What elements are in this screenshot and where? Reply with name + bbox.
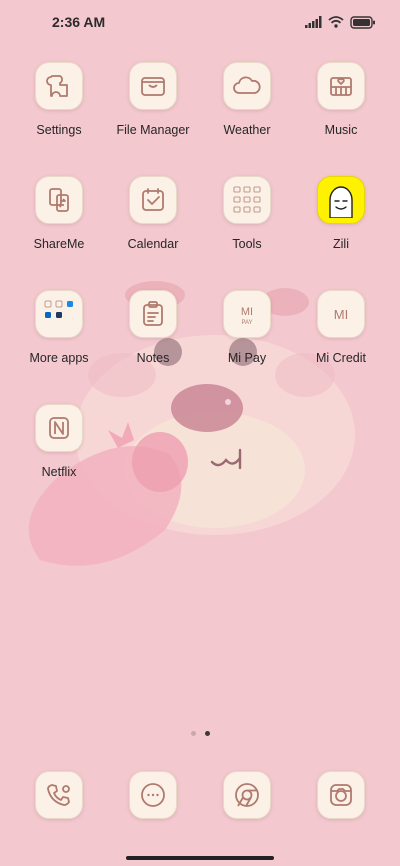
page-indicator [0,731,400,736]
app-label: Notes [136,351,170,365]
app-more-apps[interactable]: More apps [12,290,106,404]
dock-messages[interactable] [106,771,200,819]
dock-phone[interactable] [12,771,106,819]
status-bar: 2:36 AM [0,0,400,44]
app-row: ShareMe Calendar Tools Zili [12,176,388,290]
app-row: Netflix [12,404,388,518]
app-row: Settings File Manager Weather Music [12,62,388,176]
camera-icon [317,771,365,819]
app-notes[interactable]: Notes [106,290,200,404]
phone-icon [35,771,83,819]
battery-icon [350,15,375,29]
app-label: More apps [29,351,89,365]
app-label: Weather [223,123,271,137]
app-zili[interactable]: Zili [294,176,388,290]
app-grid: Settings File Manager Weather Music Shar… [12,62,388,518]
chrome-icon [223,771,271,819]
app-calendar[interactable]: Calendar [106,176,200,290]
more-apps-folder-icon [35,290,83,338]
app-label: ShareMe [33,237,85,251]
app-label: Mi Pay [227,351,267,365]
page-dot-1[interactable] [190,731,196,736]
app-mi-credit[interactable]: MI Mi Credit [294,290,388,404]
home-indicator[interactable] [126,856,274,860]
svg-text:PAY: PAY [241,320,252,326]
app-label: Tools [232,237,262,251]
folder-icon [129,62,177,110]
app-netflix[interactable]: Netflix [12,404,106,518]
status-time: 2:36 AM [52,14,106,30]
page-dot-2[interactable] [204,731,210,736]
app-label: Mi Credit [315,351,366,365]
app-row: More apps Notes MI PAY Mi Pay MI Mi Cred… [12,290,388,404]
mi-credit-icon: MI [317,290,365,338]
app-label: File Manager [116,123,190,137]
notes-icon [129,290,177,338]
music-icon [317,62,365,110]
app-shareme[interactable]: ShareMe [12,176,106,290]
cloud-icon [223,62,271,110]
dock-chrome[interactable] [200,771,294,819]
zili-icon [317,176,365,224]
wifi-icon [328,16,344,28]
app-label: Zili [333,237,349,251]
app-mi-pay[interactable]: MI PAY Mi Pay [200,290,294,404]
dock [12,771,388,819]
svg-text:MI: MI [334,307,348,322]
settings-icon [35,62,83,110]
mi-pay-icon: MI PAY [223,290,271,338]
app-music[interactable]: Music [294,62,388,176]
calendar-icon [129,176,177,224]
app-label: Calendar [127,237,179,251]
app-settings[interactable]: Settings [12,62,106,176]
netflix-icon [35,404,83,452]
messages-icon [129,771,177,819]
app-weather[interactable]: Weather [200,62,294,176]
svg-text:MI: MI [241,306,253,318]
shareme-icon [35,176,83,224]
dock-camera[interactable] [294,771,388,819]
app-file-manager[interactable]: File Manager [106,62,200,176]
app-label: Music [324,123,358,137]
signal-icon [305,16,322,28]
app-tools[interactable]: Tools [200,176,294,290]
tools-folder-icon [223,176,271,224]
app-label: Settings [36,123,82,137]
app-label: Netflix [41,465,77,479]
